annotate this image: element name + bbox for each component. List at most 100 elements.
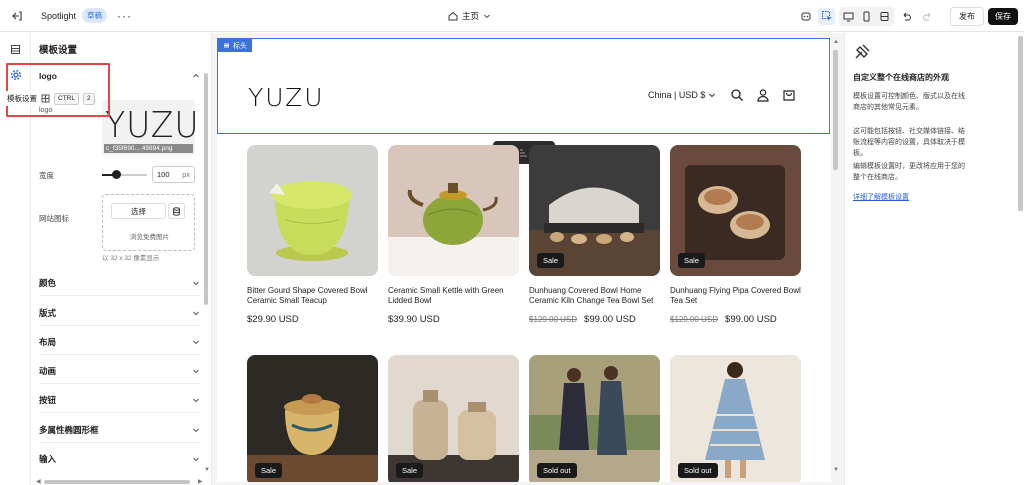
width-unit: px <box>182 170 190 179</box>
undo-icon[interactable] <box>898 8 915 25</box>
shortcut-key-2: 2 <box>82 92 95 105</box>
canvas-scrollbar[interactable] <box>833 50 838 170</box>
product-image[interactable] <box>388 145 519 276</box>
help-scrollbar[interactable] <box>1018 36 1023 211</box>
browse-free-images-link[interactable]: 浏览免费图片 <box>103 231 196 241</box>
product-name[interactable]: Dunhuang Flying Pipa Covered Bowl Tea Se… <box>670 286 801 306</box>
chevron-down-icon <box>191 454 201 464</box>
product-name[interactable]: Dunhuang Covered Bowl Home Ceramic Kiln … <box>529 286 660 306</box>
canvas-scroll-down-arrow[interactable]: ▼ <box>833 467 839 473</box>
section-animation[interactable]: 动画 <box>39 358 201 384</box>
section-title: 多属性椭圆形框 <box>39 424 99 435</box>
product-card[interactable]: Sale <box>388 355 519 482</box>
paint-brush-icon <box>855 44 870 59</box>
product-price-row: $29.90 USD <box>247 314 378 325</box>
product-card[interactable]: Sale Dunhuang Covered Bowl Home Ceramic … <box>529 145 660 325</box>
sale-badge: Sale <box>255 463 283 478</box>
page-selector[interactable]: 主页 <box>448 0 491 32</box>
section-title: 输入 <box>39 454 57 464</box>
product-name[interactable]: Bitter Gourd Shape Covered Bowl Ceramic … <box>247 286 378 306</box>
store-logo[interactable]: YUZU <box>248 83 325 112</box>
chevron-down-icon <box>191 395 201 405</box>
scroll-left-arrow[interactable]: ◀ <box>36 478 41 485</box>
section-title: 动画 <box>39 365 57 376</box>
sold-out-badge: Sold out <box>537 463 577 478</box>
chevron-up-icon <box>191 71 201 81</box>
favicon-label: 网站图标 <box>39 214 69 223</box>
product-image[interactable]: Sale <box>247 355 378 482</box>
sold-out-badge: Sold out <box>678 463 718 478</box>
learn-more-link[interactable]: 详细了解模板设置 <box>853 192 909 202</box>
exit-icon[interactable] <box>7 6 27 26</box>
logo-thumbnail-text: YUZU <box>105 105 195 146</box>
ai-assistant-icon[interactable] <box>797 8 814 25</box>
section-buttons[interactable]: 按钮 <box>39 387 201 413</box>
preview-canvas: 标头 YUZU China | USD $ Bitter Gourd Shape… <box>212 33 844 485</box>
product-price: $99.00 USD <box>584 314 636 325</box>
media-library-icon[interactable] <box>168 203 185 219</box>
width-input[interactable]: 100 px <box>152 166 195 183</box>
width-slider-handle[interactable] <box>111 170 121 179</box>
page-selector-label: 主页 <box>462 11 480 21</box>
width-value: 100 <box>157 170 170 179</box>
account-icon[interactable] <box>756 88 770 102</box>
store-preview[interactable]: 标头 YUZU China | USD $ Bitter Gourd Shape… <box>217 38 831 482</box>
section-variant-pills[interactable]: 多属性椭圆形框 <box>39 417 201 443</box>
product-price: $99.00 USD <box>725 314 777 325</box>
section-colors[interactable]: 颜色 <box>39 270 201 296</box>
panel-scrollbar[interactable] <box>204 73 208 305</box>
product-image[interactable]: Sold out <box>670 355 801 482</box>
scroll-right-arrow[interactable]: ▶ <box>198 478 203 485</box>
section-inputs[interactable]: 输入 <box>39 446 201 472</box>
panel-horizontal-scrollbar[interactable] <box>44 480 190 484</box>
chevron-down-icon <box>484 14 490 19</box>
product-card[interactable]: Sale Dunhuang Flying Pipa Covered Bowl T… <box>670 145 801 325</box>
shortcut-tooltip: 模板设置 CTRL 2 <box>6 91 95 106</box>
select-mode-icon[interactable] <box>818 7 835 25</box>
width-slider[interactable] <box>102 170 147 179</box>
fullscreen-icon[interactable] <box>876 8 893 25</box>
sections-icon[interactable] <box>7 41 24 58</box>
product-image[interactable]: Sale <box>529 145 660 276</box>
chevron-down-icon <box>191 278 201 288</box>
sale-badge: Sale <box>396 463 424 478</box>
section-layout[interactable]: 布局 <box>39 329 201 355</box>
header-tag-label: 标头 <box>233 42 247 50</box>
desktop-view-icon[interactable] <box>840 8 857 25</box>
product-image[interactable] <box>247 145 378 276</box>
move-down-icon[interactable] <box>518 147 529 158</box>
product-card[interactable]: Ceramic Small Kettle with Green Lidded B… <box>388 145 519 325</box>
product-image[interactable]: Sold out <box>529 355 660 482</box>
logo-thumbnail[interactable]: YUZU c_f35f690... 49894.png <box>102 100 195 155</box>
favicon-select-button[interactable]: 选择 <box>111 203 166 219</box>
logo-file-name: c_f35f690... 49894.png <box>104 144 193 153</box>
product-price-row: $39.90 USD <box>388 314 519 325</box>
product-card[interactable]: Sold out <box>529 355 660 482</box>
product-name[interactable]: Ceramic Small Kettle with Green Lidded B… <box>388 286 519 306</box>
app-root: Spotlight 草稿 ··· 主页 发布 保存 模板设置 logo logo… <box>0 0 1024 485</box>
mobile-view-icon[interactable] <box>858 8 875 25</box>
menu-icon <box>224 43 229 48</box>
more-options-icon[interactable]: ··· <box>117 9 132 23</box>
sale-badge: Sale <box>537 253 565 268</box>
product-card[interactable]: Sold out <box>670 355 801 482</box>
product-card[interactable]: Bitter Gourd Shape Covered Bowl Ceramic … <box>247 145 378 325</box>
home-icon <box>448 11 458 21</box>
section-title: 版式 <box>39 307 57 318</box>
product-price: $29.90 USD <box>247 314 299 325</box>
locale-selector[interactable]: China | USD $ <box>648 90 716 100</box>
section-typography[interactable]: 版式 <box>39 300 201 326</box>
canvas-scroll-up-arrow[interactable]: ▲ <box>833 39 839 45</box>
product-image[interactable]: Sale <box>670 145 801 276</box>
publish-button[interactable]: 发布 <box>950 6 984 26</box>
locale-label: China | USD $ <box>648 90 706 100</box>
cart-icon[interactable] <box>782 88 796 102</box>
header-section[interactable]: 标头 YUZU China | USD $ <box>217 38 830 134</box>
scroll-down-arrow[interactable]: ▼ <box>204 467 210 473</box>
product-card[interactable]: Sale <box>247 355 378 482</box>
product-price-row: $129.00 USD $99.00 USD <box>529 314 660 325</box>
save-button[interactable]: 保存 <box>988 7 1018 25</box>
product-image[interactable]: Sale <box>388 355 519 482</box>
search-icon[interactable] <box>730 88 744 102</box>
redo-icon[interactable] <box>919 8 936 25</box>
